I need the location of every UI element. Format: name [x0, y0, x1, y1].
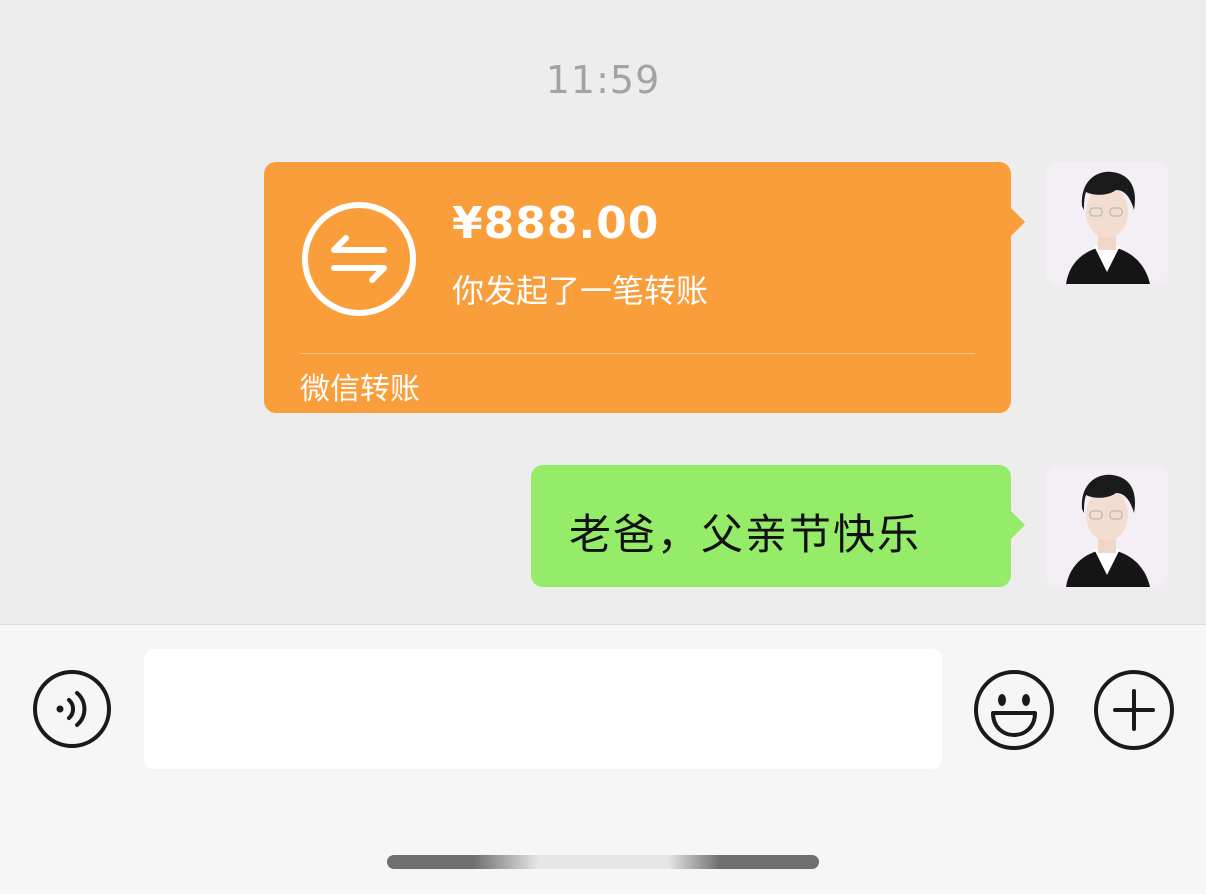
transfer-icon	[302, 202, 416, 316]
transfer-message-bubble[interactable]: ¥888.00 你发起了一笔转账 微信转账	[264, 162, 1025, 413]
user-avatar-image	[1046, 162, 1168, 284]
input-bar	[0, 624, 1206, 894]
home-indicator[interactable]	[387, 855, 819, 869]
transfer-divider	[300, 353, 975, 354]
plus-icon[interactable]	[1093, 669, 1175, 751]
message-timestamp: 11:59	[545, 58, 661, 102]
bubble-tail	[1011, 511, 1025, 539]
emoji-icon[interactable]	[973, 669, 1055, 751]
text-message-bubble[interactable]: 老爸，父亲节快乐	[531, 465, 1025, 587]
transfer-description: 你发起了一笔转账	[452, 272, 709, 310]
message-input[interactable]	[144, 649, 942, 769]
avatar[interactable]	[1046, 465, 1168, 587]
transfer-footer-label: 微信转账	[300, 372, 420, 407]
bubble-tail	[1011, 208, 1025, 236]
chat-area[interactable]: 11:59 ¥888.00 你发起了一笔转账 微信转账 老爸，父亲节快乐	[0, 0, 1206, 624]
transfer-amount: ¥888.00	[452, 198, 660, 249]
text-message-content: 老爸，父亲节快乐	[569, 510, 922, 559]
user-avatar-image	[1046, 465, 1168, 587]
avatar[interactable]	[1046, 162, 1168, 284]
voice-icon[interactable]	[32, 669, 112, 749]
